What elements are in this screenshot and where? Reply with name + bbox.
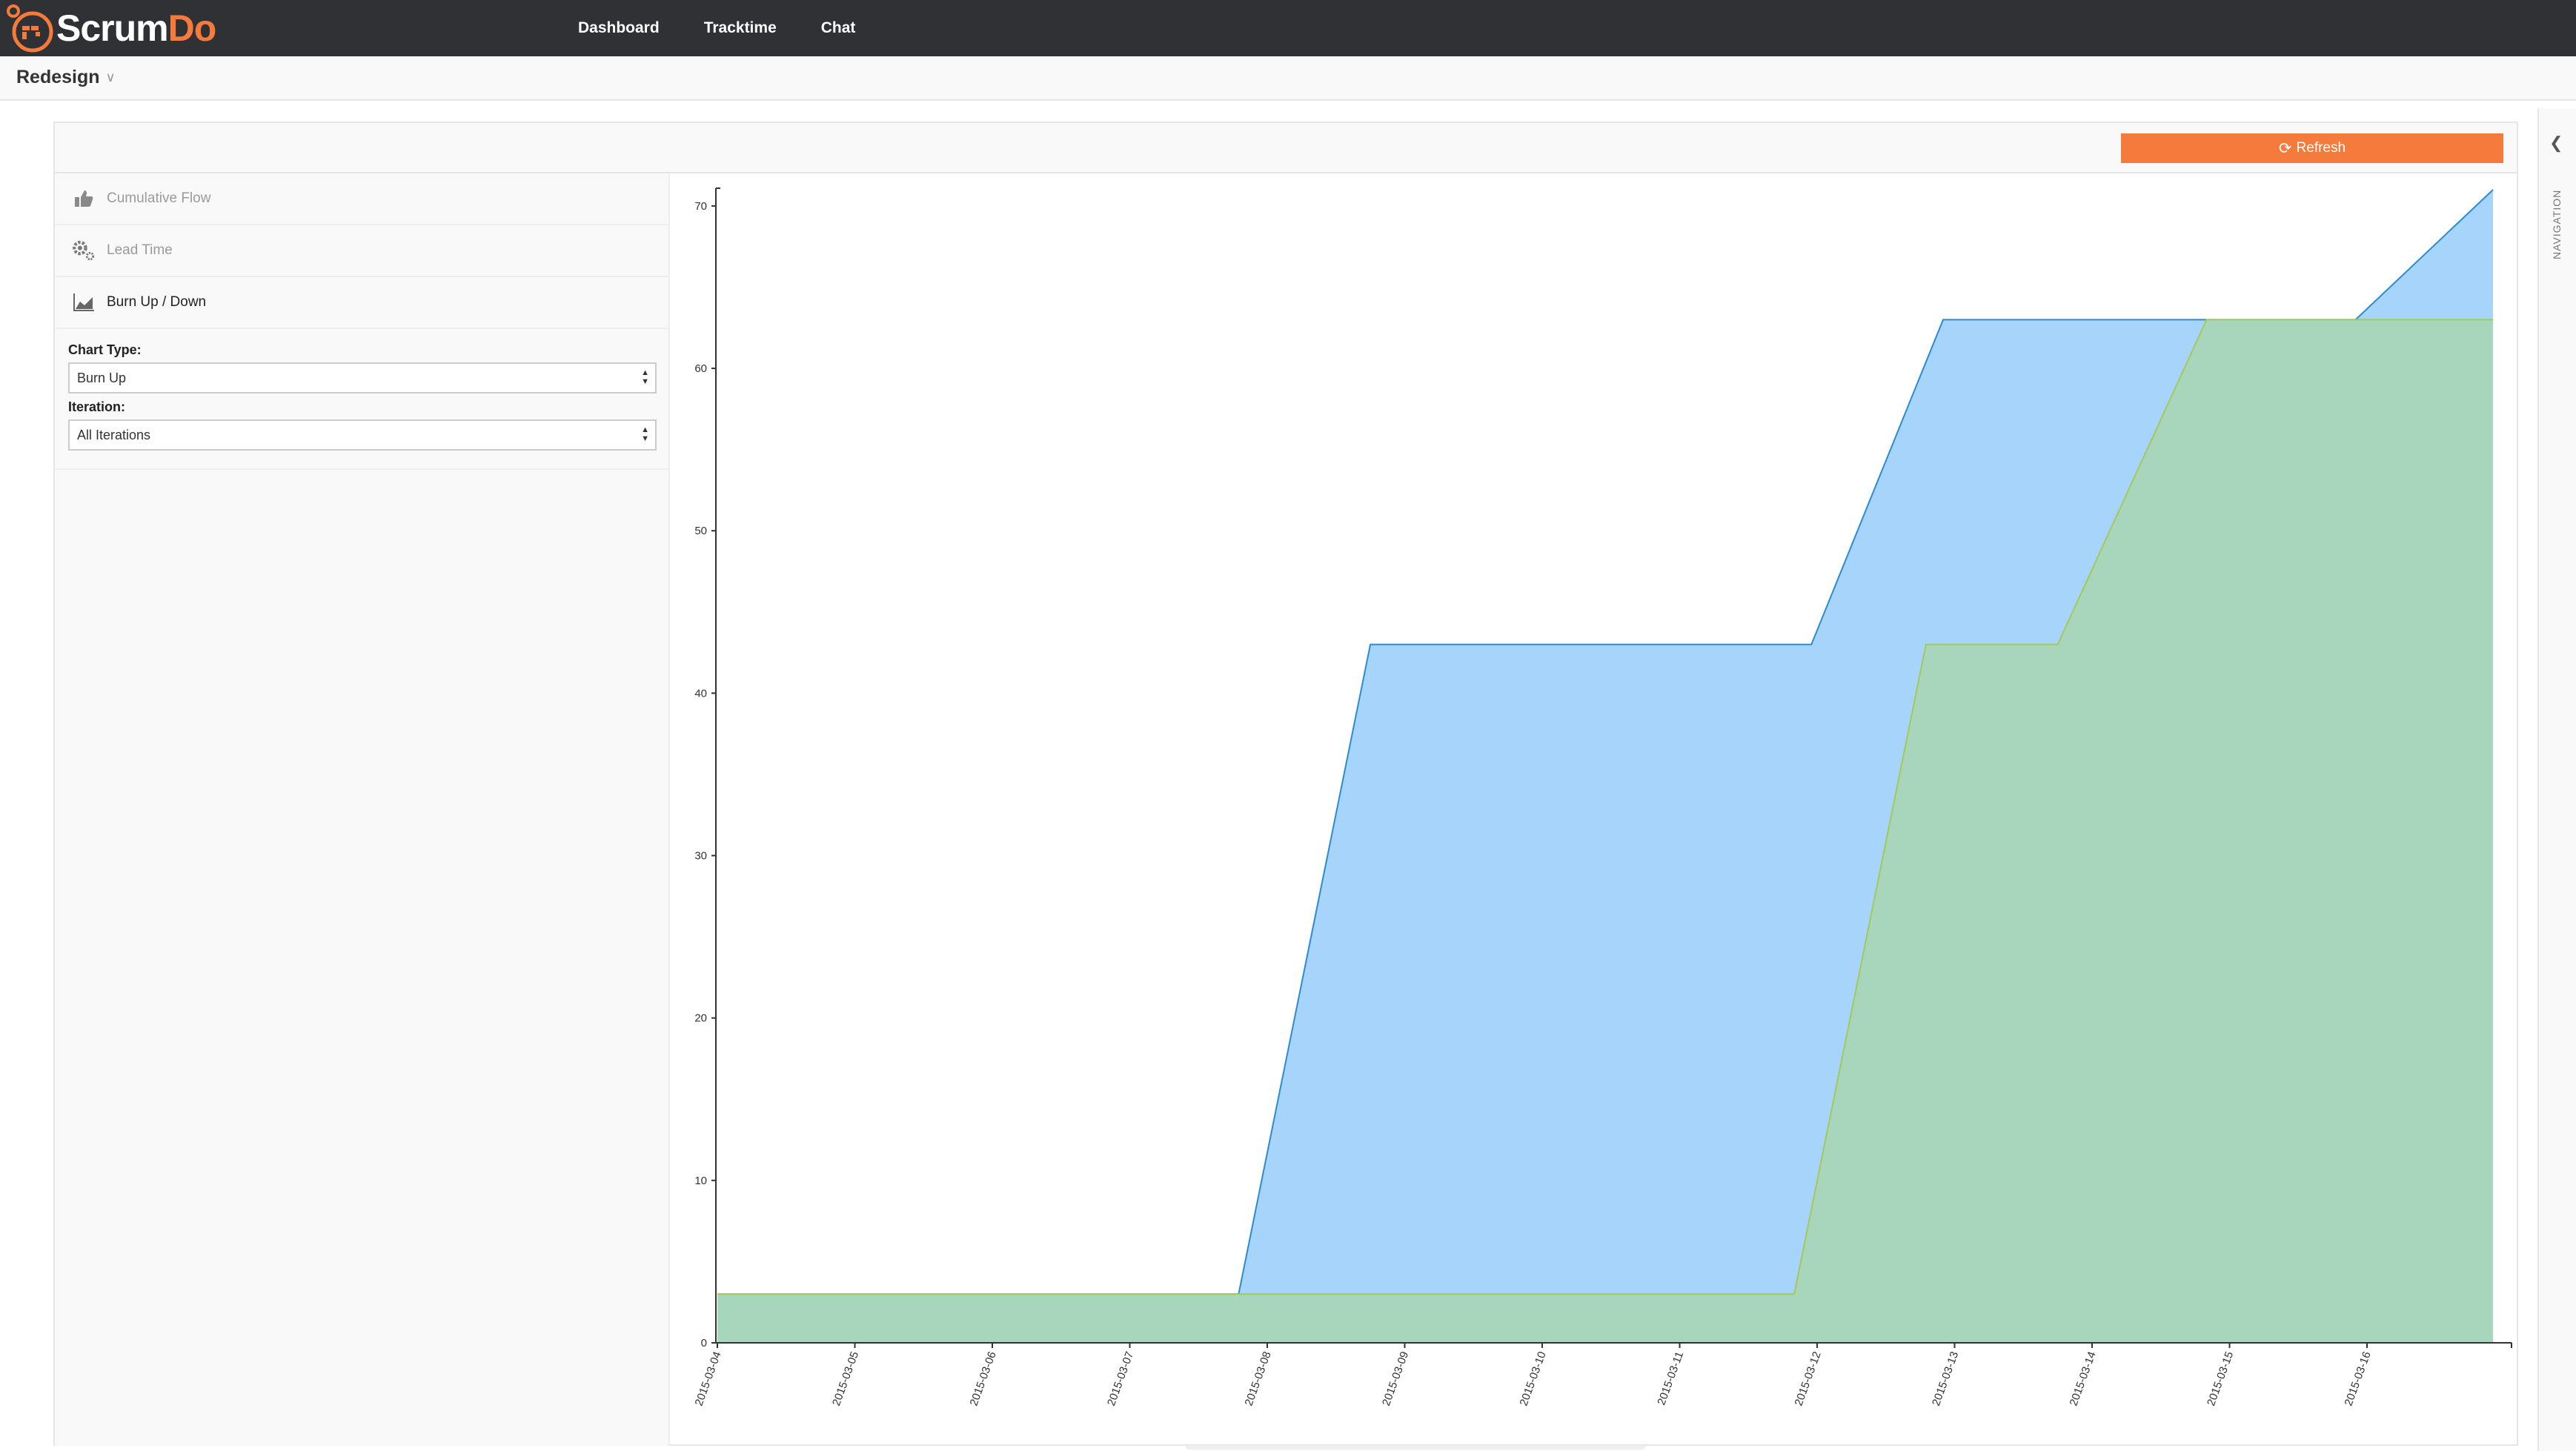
logo-text-scrum: Scrum	[56, 7, 169, 49]
y-tick-label: 40	[694, 687, 707, 700]
chevron-left-icon[interactable]: ❮	[2549, 133, 2563, 153]
x-tick-label: 2015-03-07	[1105, 1350, 1136, 1408]
x-tick-label: 2015-03-04	[693, 1350, 724, 1408]
chart-type-label: Chart Type:	[68, 342, 142, 357]
x-tick-label: 2015-03-08	[1243, 1350, 1274, 1408]
project-selector[interactable]: Redesign ∨	[16, 67, 116, 88]
navigation-drawer-tab[interactable]: ❮ NAVIGATION	[2537, 108, 2576, 1451]
iteration-select[interactable]: All Iterations ▲ ▼	[68, 419, 657, 451]
chart-options-form: Chart Type: Burn Up ▲ ▼ Iteration: All It…	[55, 329, 668, 470]
sidebar-item-lead-time[interactable]: Lead Time	[55, 225, 668, 277]
x-tick-label: 2015-03-15	[2205, 1350, 2236, 1408]
y-tick-label: 60	[694, 362, 707, 375]
thumbs-up-icon	[71, 186, 96, 211]
sidebar-item-label: Burn Up / Down	[107, 294, 207, 310]
chart-svg: 0 10 20 30 40 50 60 70 2015-03-04 2015-03-05 2015-…	[693, 187, 2512, 1408]
x-tick-label: 2015-03-16	[2343, 1350, 2374, 1408]
area-chart-icon	[71, 290, 96, 315]
report-sidebar: Cumulative Flow Lead Time Burn Up / Down…	[55, 173, 670, 1446]
logo-text: ScrumDo	[56, 7, 216, 50]
nav-chat[interactable]: Chat	[821, 19, 856, 37]
sidebar-item-label: Cumulative Flow	[107, 190, 211, 206]
reports-panel: ⟳ Refresh Cumulative Flow Lead Time Burn…	[53, 122, 2518, 1446]
navigation-tab-label: NAVIGATION	[2551, 189, 2563, 259]
logo-text-do: Do	[167, 7, 217, 49]
logo-icon	[7, 4, 53, 53]
y-tick-label: 20	[694, 1012, 707, 1025]
y-tick-label: 0	[701, 1337, 707, 1349]
refresh-icon: ⟳	[2278, 139, 2292, 157]
select-arrows-icon: ▲ ▼	[641, 425, 649, 443]
chevron-down-icon: ∨	[105, 70, 116, 84]
gears-icon	[71, 238, 96, 263]
x-tick-label: 2015-03-10	[1518, 1350, 1549, 1408]
panel-header: ⟳ Refresh	[55, 123, 2517, 173]
x-tick-label: 2015-03-13	[1930, 1350, 1961, 1408]
refresh-label: Refresh	[2296, 140, 2346, 156]
x-tick-label: 2015-03-06	[968, 1350, 999, 1408]
iteration-value: All Iterations	[77, 427, 151, 442]
select-arrows-icon: ▲ ▼	[641, 368, 649, 386]
main-nav: Dashboard Tracktime Chat	[578, 0, 900, 56]
x-tick-label: 2015-03-14	[2068, 1350, 2099, 1408]
nav-dashboard[interactable]: Dashboard	[578, 19, 660, 37]
burn-up-chart: 0 10 20 30 40 50 60 70 2015-03-04 2015-03-05 2015-…	[671, 173, 2517, 1446]
x-tick-label: 2015-03-12	[1793, 1350, 1824, 1408]
sidebar-item-label: Lead Time	[107, 242, 173, 258]
chart-type-value: Burn Up	[77, 370, 127, 385]
chart-type-select[interactable]: Burn Up ▲ ▼	[68, 362, 657, 394]
project-title: Redesign	[16, 67, 100, 87]
x-tick-label: 2015-03-11	[1655, 1350, 1686, 1407]
horizontal-scrollbar[interactable]	[1186, 1445, 1645, 1450]
x-tick-label: 2015-03-09	[1380, 1350, 1411, 1408]
sidebar-item-cumulative-flow[interactable]: Cumulative Flow	[55, 173, 668, 225]
y-tick-label: 70	[694, 200, 707, 213]
y-tick-label: 50	[694, 525, 707, 537]
x-tick-label: 2015-03-05	[830, 1350, 861, 1408]
project-bar: Redesign ∨	[0, 56, 2576, 101]
iteration-label: Iteration:	[68, 399, 126, 414]
top-navbar: ScrumDo Dashboard Tracktime Chat	[0, 0, 2576, 56]
refresh-button[interactable]: ⟳ Refresh	[2121, 133, 2503, 163]
sidebar-item-burn-up-down[interactable]: Burn Up / Down	[55, 277, 668, 329]
y-tick-label: 30	[694, 850, 707, 863]
y-tick-label: 10	[694, 1175, 707, 1187]
scrumdo-logo[interactable]: ScrumDo	[6, 3, 216, 53]
nav-tracktime[interactable]: Tracktime	[704, 19, 777, 37]
